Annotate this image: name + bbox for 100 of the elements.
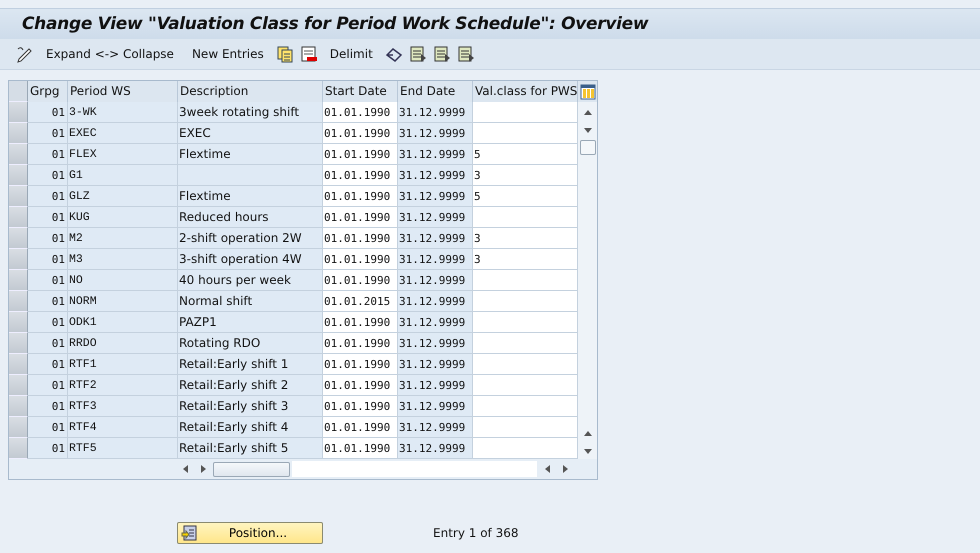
end-date-cell: 31.12.9999 bbox=[398, 375, 473, 396]
start-date-cell: 01.01.1990 bbox=[323, 144, 398, 165]
end-date-cell: 31.12.9999 bbox=[398, 144, 473, 165]
position-button[interactable]: Position... bbox=[177, 522, 323, 544]
period-ws-cell: RRDO bbox=[68, 333, 178, 354]
grpg-cell: 01 bbox=[28, 249, 68, 270]
description-cell: 40 hours per week bbox=[178, 270, 323, 291]
end-date-cell: 31.12.9999 bbox=[398, 354, 473, 375]
row-selector[interactable] bbox=[9, 207, 28, 228]
description-cell: Flextime bbox=[178, 144, 323, 165]
row-selector[interactable] bbox=[9, 144, 28, 165]
toolbar-button[interactable]: New Entries bbox=[186, 47, 270, 61]
copy-icon[interactable] bbox=[276, 45, 294, 63]
end-date-cell: 31.12.9999 bbox=[398, 165, 473, 186]
pencil-icon[interactable] bbox=[16, 45, 34, 63]
start-date-cell: 01.01.1990 bbox=[323, 186, 398, 207]
period-ws-cell: ODK1 bbox=[68, 312, 178, 333]
period-ws-cell: RTF3 bbox=[68, 396, 178, 417]
row-selector[interactable] bbox=[9, 312, 28, 333]
start-date-cell: 01.01.1990 bbox=[323, 249, 398, 270]
column-settings-icon[interactable] bbox=[580, 84, 596, 100]
undo-icon[interactable] bbox=[384, 45, 403, 63]
scroll-down-icon[interactable] bbox=[584, 128, 592, 132]
period-ws-cell: 3-WK bbox=[68, 102, 178, 123]
row-selector[interactable] bbox=[9, 333, 28, 354]
row-selector[interactable] bbox=[9, 123, 28, 144]
end-date-cell: 31.12.9999 bbox=[398, 186, 473, 207]
scroll-right-icon[interactable] bbox=[562, 465, 568, 473]
scrollbar-track[interactable] bbox=[292, 461, 537, 477]
period-ws-cell: KUG bbox=[68, 207, 178, 228]
row-selector[interactable] bbox=[9, 417, 28, 438]
valuation-class-cell: 5 bbox=[473, 144, 578, 165]
scroll-down-icon[interactable] bbox=[584, 448, 592, 454]
grpg-cell: 01 bbox=[28, 333, 68, 354]
start-date-cell: 01.01.1990 bbox=[323, 417, 398, 438]
grpg-cell: 01 bbox=[28, 102, 68, 123]
end-date-cell: 31.12.9999 bbox=[398, 207, 473, 228]
scroll-left-icon[interactable] bbox=[544, 465, 550, 473]
list-icon[interactable] bbox=[432, 45, 451, 63]
grpg-cell: 01 bbox=[28, 417, 68, 438]
period-ws-cell: RTF5 bbox=[68, 438, 178, 459]
toolbar-button[interactable]: Expand <-> Collapse bbox=[40, 47, 180, 61]
grpg-cell: 01 bbox=[28, 312, 68, 333]
select-all-corner[interactable] bbox=[9, 81, 28, 102]
entry-count: Entry 1 of 368 bbox=[433, 526, 518, 540]
period-ws-cell: RTF1 bbox=[68, 354, 178, 375]
description-cell: Retail:Early shift 4 bbox=[178, 417, 323, 438]
period-ws-cell: RTF4 bbox=[68, 417, 178, 438]
row-selector[interactable] bbox=[9, 291, 28, 312]
toolbar-button[interactable]: Delimit bbox=[324, 47, 379, 61]
row-selector[interactable] bbox=[9, 186, 28, 207]
description-cell: Retail:Early shift 3 bbox=[178, 396, 323, 417]
grpg-cell: 01 bbox=[28, 186, 68, 207]
start-date-cell: 01.01.1990 bbox=[323, 123, 398, 144]
description-cell: EXEC bbox=[178, 123, 323, 144]
row-selector[interactable] bbox=[9, 102, 28, 123]
period-ws-cell: EXEC bbox=[68, 123, 178, 144]
end-date-cell: 31.12.9999 bbox=[398, 417, 473, 438]
start-date-cell: 01.01.1990 bbox=[323, 438, 398, 459]
grpg-cell: 01 bbox=[28, 207, 68, 228]
grpg-cell: 01 bbox=[28, 228, 68, 249]
delete-row-icon[interactable] bbox=[300, 45, 318, 63]
scroll-up-icon[interactable] bbox=[584, 430, 592, 436]
end-date-cell: 31.12.9999 bbox=[398, 123, 473, 144]
valuation-class-cell: 5 bbox=[473, 186, 578, 207]
row-selector[interactable] bbox=[9, 354, 28, 375]
row-selector[interactable] bbox=[9, 165, 28, 186]
description-cell: Retail:Early shift 2 bbox=[178, 375, 323, 396]
row-selector[interactable] bbox=[9, 396, 28, 417]
list-icon[interactable] bbox=[408, 45, 427, 63]
description-cell: Flextime bbox=[178, 186, 323, 207]
row-selector[interactable] bbox=[9, 249, 28, 270]
description-cell: Reduced hours bbox=[178, 207, 323, 228]
scrollbar-thumb[interactable] bbox=[580, 140, 596, 155]
grpg-cell: 01 bbox=[28, 375, 68, 396]
row-selector[interactable] bbox=[9, 375, 28, 396]
description-cell: 3-shift operation 4W bbox=[178, 249, 323, 270]
description-cell: 2-shift operation 2W bbox=[178, 228, 323, 249]
end-date-cell: 31.12.9999 bbox=[398, 396, 473, 417]
row-selector[interactable] bbox=[9, 438, 28, 459]
scroll-right-icon[interactable] bbox=[200, 465, 206, 473]
window-title: Change View "Valuation Class for Period Work Schedule": Overview bbox=[22, 14, 648, 34]
start-date-cell: 01.01.1990 bbox=[323, 207, 398, 228]
start-date-cell: 01.01.1990 bbox=[323, 396, 398, 417]
end-date-cell: 31.12.9999 bbox=[398, 249, 473, 270]
scroll-up-icon[interactable] bbox=[584, 110, 592, 114]
scroll-left-icon[interactable] bbox=[182, 465, 188, 473]
start-date-cell: 01.01.1990 bbox=[323, 165, 398, 186]
row-selector[interactable] bbox=[9, 228, 28, 249]
period-ws-cell: M2 bbox=[68, 228, 178, 249]
description-cell: Retail:Early shift 5 bbox=[178, 438, 323, 459]
scrollbar-thumb[interactable] bbox=[213, 462, 290, 476]
row-selector[interactable] bbox=[9, 270, 28, 291]
period-ws-cell: NORM bbox=[68, 291, 178, 312]
end-date-cell: 31.12.9999 bbox=[398, 438, 473, 459]
period-ws-cell: NO bbox=[68, 270, 178, 291]
period-ws-cell: GLZ bbox=[68, 186, 178, 207]
list-icon[interactable] bbox=[456, 45, 475, 63]
grpg-cell: 01 bbox=[28, 396, 68, 417]
vertical-scrollbar[interactable] bbox=[578, 102, 597, 459]
